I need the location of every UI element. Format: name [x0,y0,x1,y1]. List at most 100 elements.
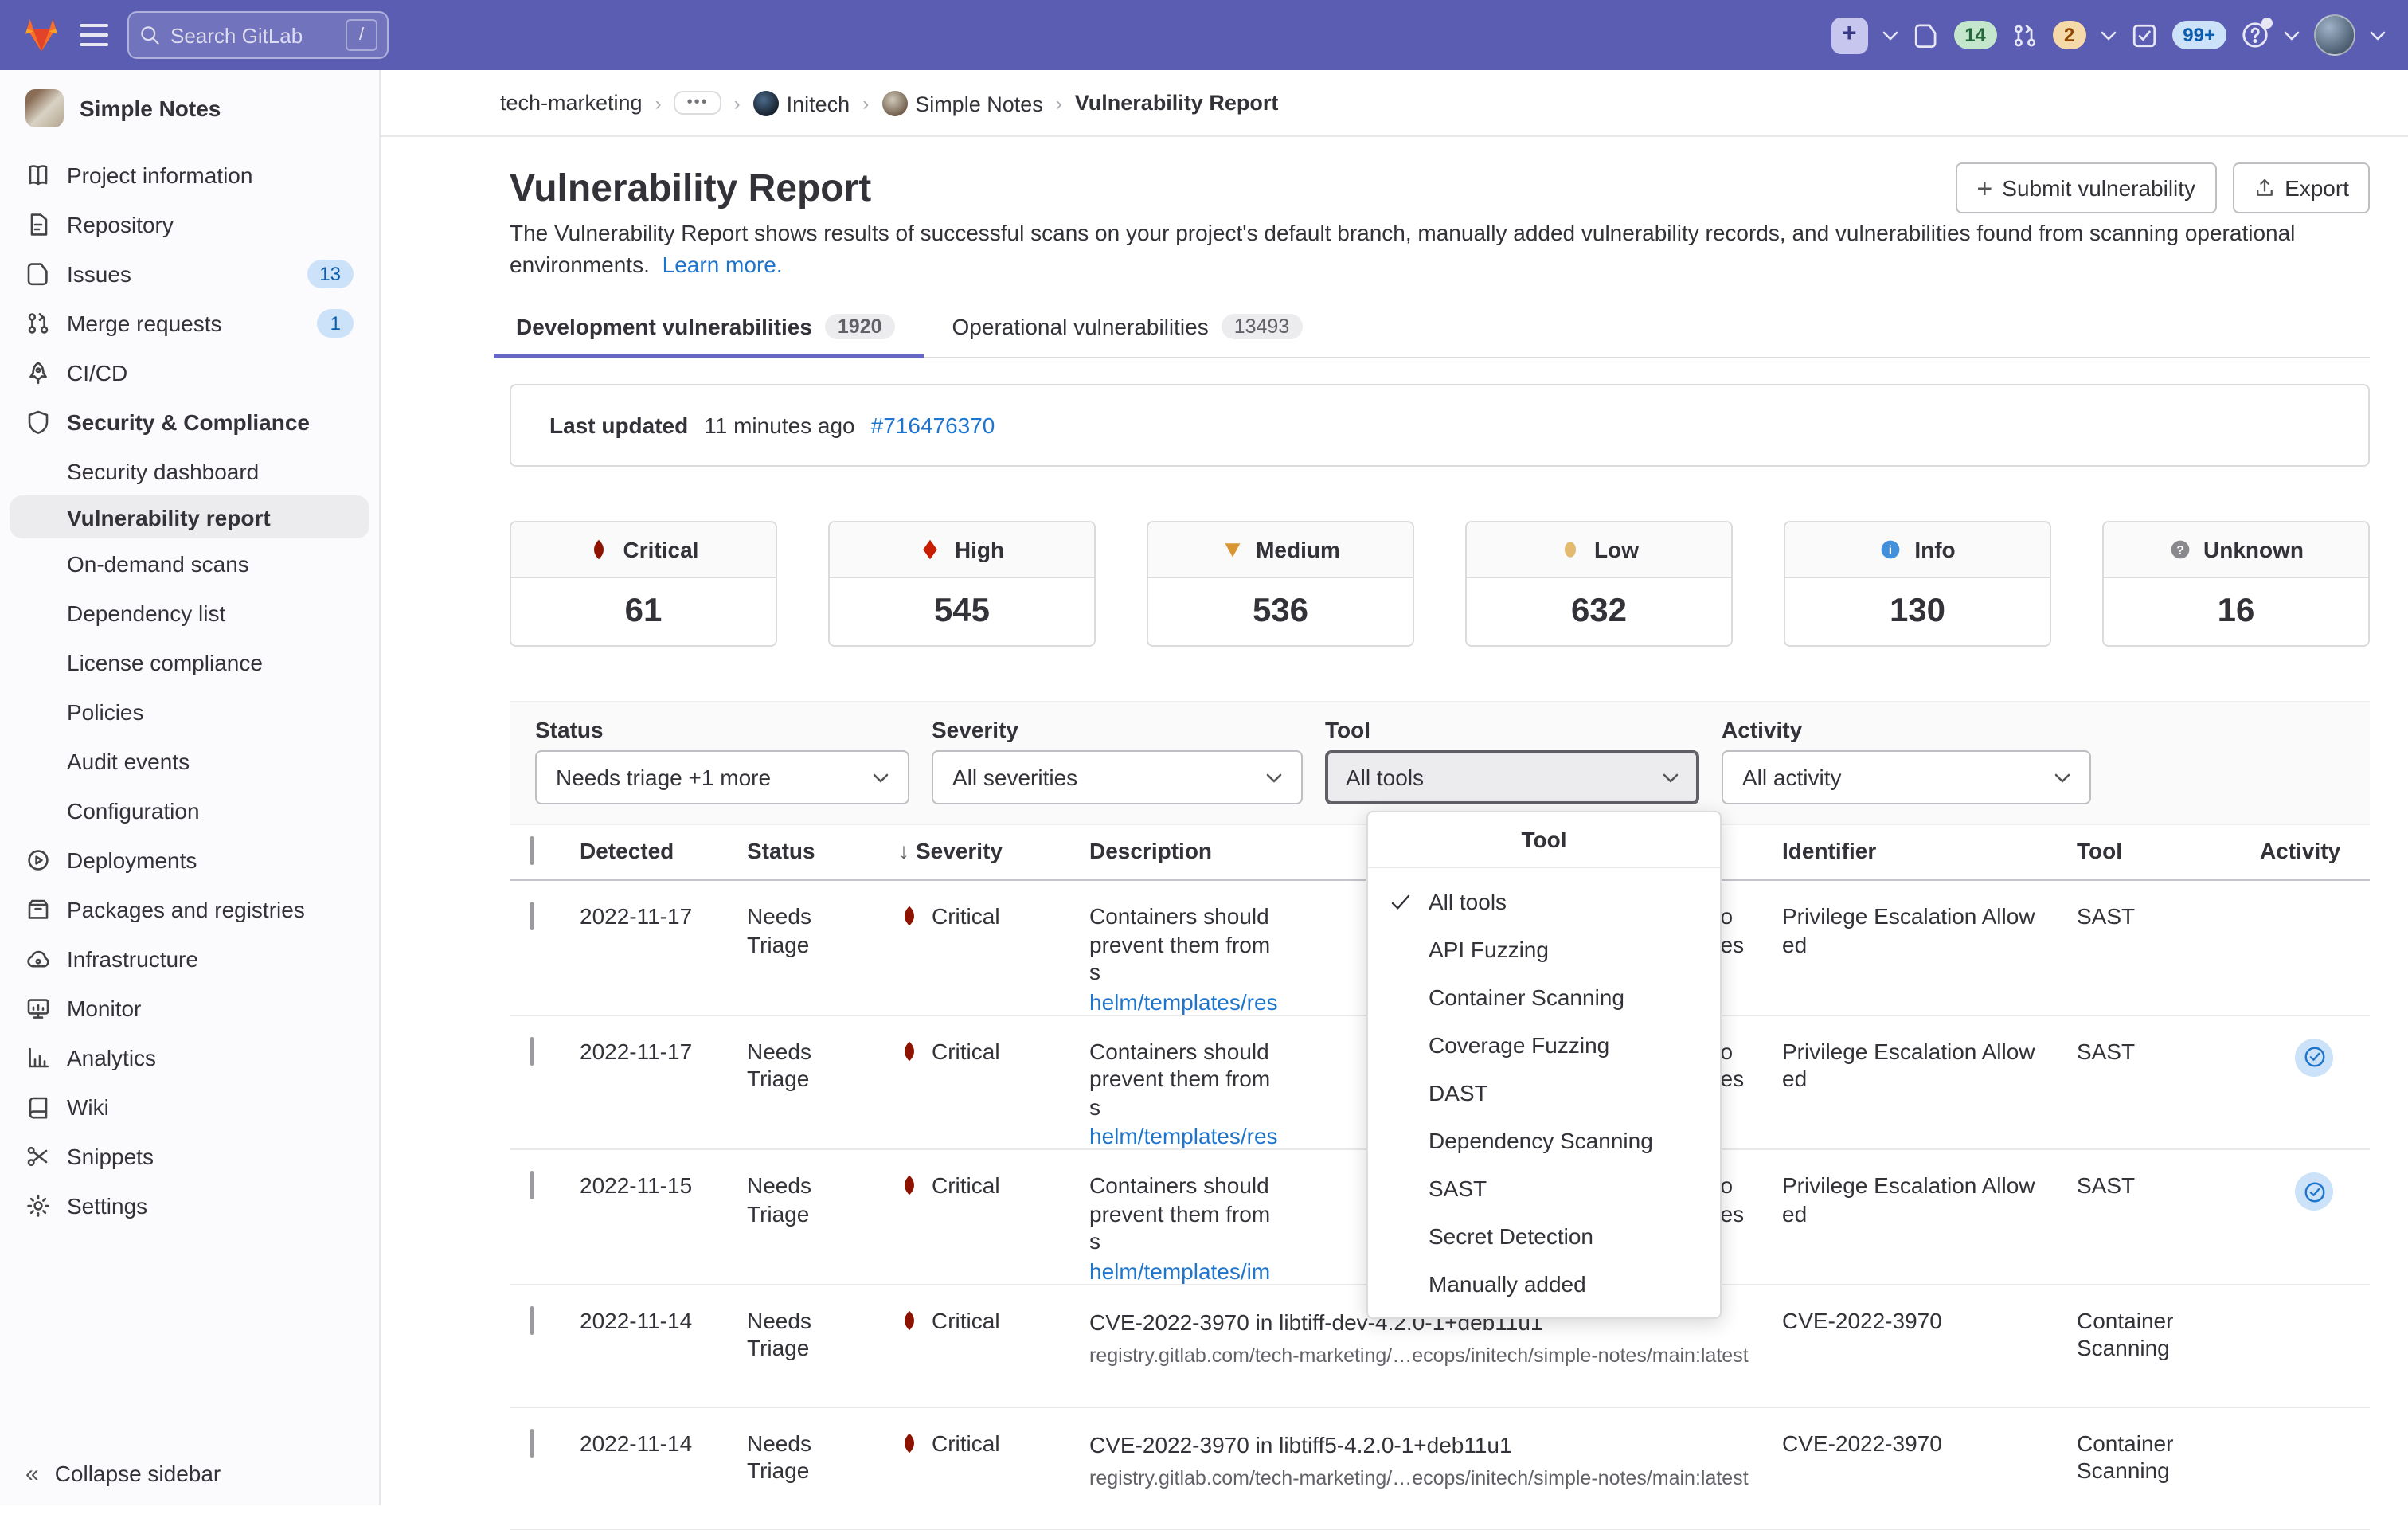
top-navbar: Search GitLab / + 14 2 99+ [0,0,2408,70]
chevron-down-icon[interactable] [2284,29,2300,41]
tool-filter-select[interactable]: All tools [1325,750,1699,804]
table-row[interactable]: 2022-11-14 Needs Triage Critical CVE-202… [510,1407,2370,1530]
user-avatar[interactable] [2314,14,2355,56]
todos-icon[interactable] [2130,22,2157,49]
row-checkbox[interactable] [530,1428,534,1457]
chevron-down-icon [1266,772,1282,783]
severity-card-low: Low 632 [1465,521,1733,647]
sidebar-item-deployments[interactable]: Deployments [0,835,379,884]
sidebar-item-issues[interactable]: Issues 13 [0,248,379,298]
project-name: Simple Notes [80,96,221,121]
pipeline-link[interactable]: #716476370 [871,413,995,438]
row-checkbox[interactable] [530,1171,534,1199]
breadcrumb-group[interactable]: tech-marketing [500,91,643,115]
location-link[interactable]: helm/templates/im [1089,1258,1270,1283]
activity-filter-label: Activity [1722,717,2091,742]
tool-option-container-scanning[interactable]: Container Scanning [1368,973,1720,1021]
tool-option-dast[interactable]: DAST [1368,1069,1720,1117]
sidebar-item-audit-events[interactable]: Audit events [0,736,379,785]
chevron-down-icon[interactable] [2370,29,2386,41]
sidebar-item-snippets[interactable]: Snippets [0,1131,379,1180]
sidebar-item-on-demand-scans[interactable]: On-demand scans [0,538,379,588]
sidebar-item-security-compliance[interactable]: Security & Compliance [0,397,379,446]
tab-operational-vulnerabilities[interactable]: Operational vulnerabilities13493 [946,299,1309,357]
tool-option-sast[interactable]: SAST [1368,1164,1720,1212]
tool-option-coverage-fuzzing[interactable]: Coverage Fuzzing [1368,1021,1720,1069]
sidebar-item-wiki[interactable]: Wiki [0,1082,379,1131]
sidebar-item-infrastructure[interactable]: Infrastructure [0,933,379,983]
tool-option-api-fuzzing[interactable]: API Fuzzing [1368,925,1720,973]
sidebar-item-settings[interactable]: Settings [0,1180,379,1230]
sidebar-item-project-information[interactable]: Project information [0,150,379,199]
severity-count: 16 [2104,578,2368,645]
menu-icon[interactable] [80,24,108,46]
activity-filter-select[interactable]: All activity [1722,750,2091,804]
tool-option-manually-added[interactable]: Manually added [1368,1260,1720,1308]
sidebar-item-configuration[interactable]: Configuration [0,785,379,835]
col-activity[interactable]: Activity [2260,838,2370,863]
sidebar-item-dependency-list[interactable]: Dependency list [0,588,379,637]
sidebar-item-packages[interactable]: Packages and registries [0,884,379,933]
todos-count-badge[interactable]: 99+ [2172,21,2226,49]
new-plus-button[interactable]: + [1831,17,1867,53]
export-button[interactable]: Export [2232,162,2370,213]
breadcrumb-ellipsis-button[interactable]: ••• [674,91,721,115]
cell-description[interactable]: CVE-2022-3970 in libtiff5-4.2.0-1+deb11u… [1089,1407,1782,1528]
sidebar-item-repository[interactable]: Repository [0,199,379,248]
issues-count-badge[interactable]: 14 [1953,21,1997,49]
location-link[interactable]: helm/templates/res [1089,988,1278,1014]
issue-created-icon[interactable] [2295,1172,2333,1211]
issues-icon[interactable] [1912,22,1939,49]
collapse-sidebar-button[interactable]: « Collapse sidebar [0,1442,379,1505]
col-status[interactable]: Status [747,838,898,863]
row-checkbox[interactable] [530,1036,534,1065]
location-link[interactable]: helm/templates/res [1089,1123,1278,1148]
search-input[interactable]: Search GitLab / [127,11,389,59]
sidebar-item-analytics[interactable]: Analytics [0,1032,379,1082]
sidebar-item-vulnerability-report[interactable]: Vulnerability report [10,495,369,538]
search-placeholder: Search GitLab [170,23,336,47]
help-icon[interactable] [2241,21,2269,49]
severity-card-unknown: ?Unknown 16 [2102,521,2370,647]
col-tool[interactable]: Tool [2077,838,2260,863]
breadcrumb-org[interactable]: Initech [753,90,850,115]
select-all-checkbox[interactable] [530,836,534,865]
gitlab-logo-icon[interactable] [22,17,61,53]
shield-icon [25,409,51,434]
severity-summary-cards: Critical 61 High 545 Medium 536 Low 632 [510,521,2370,647]
wiki-book-icon [25,1094,51,1119]
cloud-gear-icon [25,945,51,971]
tab-development-vulnerabilities[interactable]: Development vulnerabilities1920 [510,299,901,357]
col-detected[interactable]: Detected [580,838,747,863]
sidebar-item-merge-requests[interactable]: Merge requests 1 [0,298,379,347]
learn-more-link[interactable]: Learn more. [663,252,783,277]
chevron-down-icon [873,772,889,783]
chevron-down-icon[interactable] [2100,29,2116,41]
row-checkbox[interactable] [530,1305,534,1334]
sidebar-item-policies[interactable]: Policies [0,687,379,736]
submit-vulnerability-button[interactable]: + Submit vulnerability [1956,162,2216,213]
severity-filter-select[interactable]: All severities [932,750,1303,804]
cell-detected: 2022-11-17 [580,881,747,1014]
tool-option-all-tools[interactable]: All tools [1368,878,1720,925]
status-filter-select[interactable]: Needs triage +1 more [535,750,909,804]
tool-dropdown: Tool All tools API Fuzzing Container Sca… [1366,811,1722,1319]
merge-requests-count-badge[interactable]: 2 [2053,21,2086,49]
row-checkbox[interactable] [530,902,534,930]
breadcrumb-project[interactable]: Simple Notes [882,90,1043,115]
col-identifier[interactable]: Identifier [1782,838,2077,863]
sidebar-item-monitor[interactable]: Monitor [0,983,379,1032]
document-icon [25,211,51,237]
col-severity[interactable]: ↓Severity [898,838,1089,863]
severity-critical-icon [588,538,611,561]
merge-requests-icon[interactable] [2011,22,2039,49]
tool-option-dependency-scanning[interactable]: Dependency Scanning [1368,1117,1720,1164]
chevron-down-icon[interactable] [1882,29,1898,41]
project-sidebar: Simple Notes Project information Reposit… [0,70,381,1505]
sidebar-item-cicd[interactable]: CI/CD [0,347,379,397]
project-header[interactable]: Simple Notes [0,70,379,143]
issue-created-icon[interactable] [2295,1038,2333,1076]
tool-option-secret-detection[interactable]: Secret Detection [1368,1212,1720,1260]
sidebar-item-security-dashboard[interactable]: Security dashboard [0,446,379,495]
sidebar-item-license-compliance[interactable]: License compliance [0,637,379,687]
